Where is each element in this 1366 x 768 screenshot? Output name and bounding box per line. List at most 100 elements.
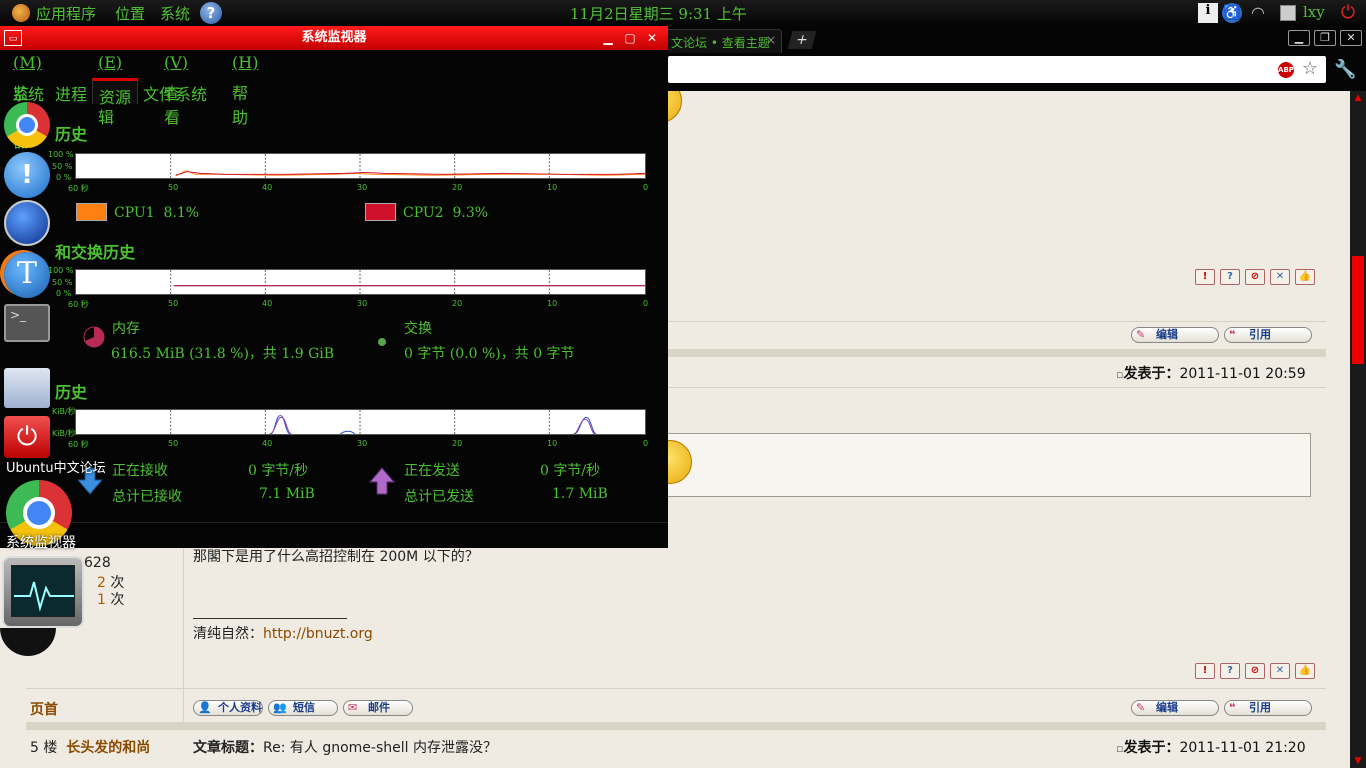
edit-icon: ✎ [1136, 701, 1146, 714]
keyboard-indicator-icon[interactable] [1280, 5, 1296, 21]
axis-label: 0 % [56, 173, 72, 182]
delete-icon[interactable]: ✕ [1270, 269, 1290, 285]
back-to-top-link[interactable]: 页首 [30, 699, 58, 719]
x-tick-label: 60 秒 [68, 300, 89, 309]
tab-title: 文论坛 • 查看主题 [671, 36, 770, 50]
info-post-icon[interactable]: ? [1220, 663, 1240, 679]
cpu2-swatch[interactable] [365, 203, 396, 221]
quote-button[interactable]: ❝ 引用 [1224, 327, 1312, 343]
report-icon[interactable]: ! [1195, 663, 1215, 679]
clock[interactable]: 11月2日星期三 9:31 上午 [570, 3, 747, 24]
warn-icon[interactable]: ⊘ [1245, 269, 1265, 285]
scroll-up-icon[interactable]: ▲ [1352, 93, 1364, 103]
wrench-menu-icon[interactable]: 🔧 [1334, 59, 1356, 80]
profile-icon: 👤 [198, 701, 212, 714]
adblock-icon[interactable]: ABP [1278, 62, 1294, 78]
chrome-icon[interactable] [4, 102, 50, 148]
close-icon[interactable]: ✕ [644, 30, 660, 46]
user-name[interactable]: lxy [1303, 3, 1325, 21]
network-graph [75, 409, 646, 435]
tab-processes[interactable]: 进程 [49, 78, 93, 104]
scroll-thumb[interactable] [1352, 256, 1364, 364]
post-body: 那閣下是用了什么高招控制在 200M 以下的？ [193, 549, 479, 565]
tab-forum[interactable]: 文论坛 • 查看主题 × [664, 29, 782, 53]
close-button[interactable]: ✕ [1340, 30, 1362, 46]
post-time: ▫发表于：2011-11-01 21:20 [1116, 740, 1306, 756]
network-history-title: 历史 [55, 383, 88, 402]
edit-icon: ✎ [1136, 328, 1146, 341]
info-post-icon[interactable]: ? [1220, 269, 1240, 285]
applications-menu[interactable]: 应用程序 [36, 3, 96, 24]
system-menu[interactable]: 系统 [160, 3, 190, 24]
cpu-graph [75, 153, 646, 179]
x-tick-label: 50 [168, 183, 179, 192]
info-icon[interactable]: i [1198, 3, 1218, 23]
maximize-icon[interactable]: ▢ [622, 30, 638, 46]
page-scrollbar[interactable]: ▲ ▼ [1350, 91, 1366, 768]
total-received-label: 总计已接收 [112, 489, 182, 505]
accessibility-icon[interactable]: ♿ [1222, 3, 1242, 23]
pm-button[interactable]: 👥 短信 [268, 700, 338, 716]
x-tick-label: 60 秒 [68, 184, 89, 193]
google-earth-icon[interactable] [4, 200, 50, 246]
window-titlebar[interactable]: 系统监视器 ▭ ▁ ▢ ✕ [0, 26, 668, 50]
minimize-button[interactable]: ▁ [1288, 30, 1310, 46]
quote-button[interactable]: ❝ 引用 [1224, 700, 1312, 716]
desktop: 应用程序 位置 系统 ? 11月2日星期三 9:31 上午 i ♿ ◠ lxy … [0, 0, 1366, 768]
cpu2-legend: CPU2 9.3% [403, 205, 489, 221]
edit-button[interactable]: ✎ 编辑 [1131, 700, 1219, 716]
menu-edit[interactable]: 编辑(E) [98, 53, 122, 127]
delete-icon[interactable]: ✕ [1270, 663, 1290, 679]
scroll-down-icon[interactable]: ▼ [1352, 756, 1364, 766]
address-bar[interactable]: ABP ☆ [668, 56, 1326, 83]
send-line [269, 416, 596, 434]
total-received: 7.1 MiB [259, 486, 315, 502]
shutdown-icon[interactable]: ⏻ [4, 416, 50, 458]
cpu-history-title: 历史 [55, 125, 88, 144]
axis-label: KiB/秒 [52, 429, 76, 438]
bookmark-star-icon[interactable]: ☆ [1302, 58, 1318, 79]
x-tick-label: 0 [643, 183, 649, 192]
minimize-icon[interactable]: ▁ [600, 30, 616, 46]
terminal-icon[interactable]: >_ [4, 304, 50, 342]
signature-link[interactable]: http://bnuzt.org [263, 626, 373, 642]
menu-monitor[interactable]: 监视器(M) [13, 53, 42, 151]
profile-button[interactable]: 👤 个人资料 [193, 700, 263, 716]
email-button[interactable]: ✉ 邮件 [343, 700, 413, 716]
thumbs-up-icon[interactable]: 👍 [1295, 269, 1315, 285]
report-icon[interactable]: ! [1195, 269, 1215, 285]
power-icon[interactable]: ⏻ [1338, 3, 1358, 23]
edit-button[interactable]: ✎ 编辑 [1131, 327, 1219, 343]
post-author[interactable]: 长头发的和尚 [66, 740, 150, 756]
tab-system[interactable]: 系统 [6, 78, 50, 104]
memory-history-title: 和交换历史 [55, 243, 136, 262]
menu-view[interactable]: 查看 (V) [164, 53, 188, 127]
swap-pie-icon[interactable] [378, 338, 386, 346]
thumbs-up-icon[interactable]: 👍 [1295, 663, 1315, 679]
tab-resources[interactable]: 资源 [92, 78, 139, 107]
swap-value: 0 字节 (0.0 %)，共 0 字节 [404, 346, 575, 362]
gnome-foot-icon[interactable] [12, 4, 30, 22]
warn-icon[interactable]: ⊘ [1245, 663, 1265, 679]
user-posts-count: 628 [84, 555, 111, 571]
places-menu[interactable]: 位置 [115, 3, 145, 24]
x-tick-label: 60 秒 [68, 440, 89, 449]
menu-help[interactable]: 帮助 (H) [232, 53, 258, 127]
wifi-icon[interactable]: ◠ [1248, 3, 1268, 23]
help-icon[interactable]: ? [200, 2, 222, 24]
memory-pie-icon[interactable] [83, 326, 105, 348]
files-icon[interactable] [4, 368, 50, 408]
cpu1-swatch[interactable] [76, 203, 107, 221]
memory-label: 内存 [112, 321, 140, 337]
window-menu-icon[interactable]: ▭ [4, 30, 22, 46]
new-tab-button[interactable]: + [787, 31, 817, 49]
notification-icon[interactable]: ! [4, 152, 50, 198]
pm-icon: 👥 [273, 701, 287, 714]
tab-filesystems[interactable]: 文件系统 [137, 78, 213, 104]
system-monitor-icon[interactable] [2, 556, 84, 628]
thunderbird-icon[interactable]: T [4, 252, 50, 298]
tab-close-icon[interactable]: × [766, 33, 776, 47]
maximize-button[interactable]: ❐ [1314, 30, 1336, 46]
x-tick-label: 30 [357, 183, 368, 192]
quote-icon: ❝ [1229, 328, 1236, 341]
